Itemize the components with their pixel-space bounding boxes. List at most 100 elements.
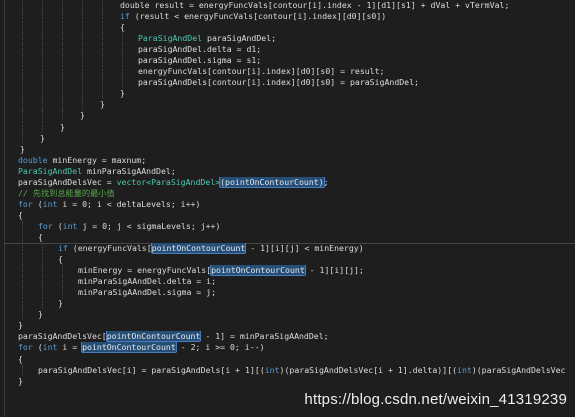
code-text: } [100, 99, 105, 110]
keyword-token: if [58, 243, 68, 254]
code-token: minParaSigAAndDel.sigma = j; [78, 287, 217, 298]
indent-guide [22, 243, 23, 255]
code-token: } [120, 88, 125, 99]
indent-guide [102, 22, 103, 34]
code-line[interactable]: } [0, 144, 575, 155]
comment-token: // 先找到总能量的最小值 [18, 187, 115, 198]
indent-guide [42, 33, 43, 45]
indent-guide [22, 231, 23, 244]
code-line[interactable]: energyFuncVals[contour[i].index][d0][s0]… [0, 66, 575, 78]
indent-guide [22, 364, 23, 376]
code-token: paraSigAndDelsVec[ [18, 331, 107, 342]
code-line[interactable]: if (energyFuncVals[pointOnContourCount -… [0, 243, 575, 255]
indent-guide [22, 22, 23, 34]
code-line[interactable]: minParaSigAAndDel.sigma = j; [0, 287, 575, 299]
code-line[interactable]: paraSigAndDelsVec[pointOnContourCount - … [0, 331, 575, 343]
indent-guide [42, 287, 43, 299]
code-text: { [58, 254, 63, 265]
code-line[interactable]: } [0, 99, 575, 111]
code-line[interactable]: { [0, 254, 575, 266]
code-text: double result = energyFuncVals[contour[i… [120, 0, 509, 11]
code-editor[interactable]: double result = energyFuncVals[contour[i… [0, 0, 575, 417]
code-token: )(paraSigAndDelsVec[i + 1].delta)][( [279, 364, 458, 375]
indent-guide [62, 99, 63, 111]
code-line[interactable]: if (result < energyFuncVals[contour[i].i… [0, 11, 575, 23]
code-text: } [80, 110, 85, 121]
code-line[interactable]: double minEnergy = maxnum; [0, 155, 575, 166]
indent-guide [22, 88, 23, 100]
code-line[interactable]: { [0, 22, 575, 34]
code-line[interactable]: paraSigAndDels[contour[i].index][d0][s0]… [0, 77, 575, 89]
indent-guide [102, 66, 103, 78]
code-token: - 1] = minParaSigAAndDel; [200, 331, 329, 342]
code-line[interactable]: // 先找到总能量的最小值 [0, 188, 575, 199]
indent-guide [22, 11, 23, 23]
code-line[interactable]: } [0, 320, 575, 331]
code-text: } [60, 122, 65, 133]
indent-guide [42, 254, 43, 266]
code-line[interactable]: { [0, 354, 575, 365]
indent-guide [22, 287, 23, 299]
code-text: paraSigAndDels[contour[i].index][d0][s0]… [138, 77, 419, 88]
code-text: paraSigAndDel.delta = d1; [138, 44, 261, 55]
code-token: paraSigAndDelsVec[i] = paraSigAndDels[i … [38, 364, 265, 375]
code-line[interactable]: ParaSigAndDel paraSigAndDel; [0, 33, 575, 45]
code-token: } [60, 121, 65, 132]
code-token: } [100, 99, 105, 110]
code-text: // 先找到总能量的最小值 [18, 188, 115, 199]
indent-guide [42, 0, 43, 12]
code-text: { [18, 354, 23, 365]
indent-guide [82, 44, 83, 56]
code-line[interactable]: paraSigAndDel.sigma = s1; [0, 55, 575, 67]
code-token: - 2; i >= 0; i--) [175, 342, 265, 353]
indent-guide [22, 265, 23, 277]
code-token: { [18, 209, 23, 220]
code-line[interactable]: { [0, 210, 575, 221]
code-text: { [18, 210, 23, 221]
code-line[interactable]: } [0, 376, 575, 387]
code-line[interactable]: { [0, 231, 575, 244]
code-text: { [38, 232, 43, 243]
code-line[interactable]: paraSigAndDel.delta = d1; [0, 44, 575, 56]
code-line[interactable]: } [0, 298, 575, 310]
code-text: } [38, 309, 43, 320]
code-line[interactable]: paraSigAndDelsVec[i] = paraSigAndDels[i … [0, 364, 575, 376]
code-line[interactable]: paraSigAndDelsVec = vector<ParaSigAndDel… [0, 176, 575, 188]
code-area[interactable]: double result = energyFuncVals[contour[i… [0, 0, 575, 387]
code-line[interactable]: } [0, 88, 575, 100]
code-token: paraSigAndDelsVec = [18, 176, 117, 187]
highlighted-symbol: pointOnContourCount [210, 265, 306, 277]
indent-guide [22, 77, 23, 89]
code-token: } [18, 375, 23, 386]
indent-guide [42, 66, 43, 78]
code-line[interactable]: double result = energyFuncVals[contour[i… [0, 0, 575, 12]
code-line[interactable]: for (int j = 0; j < sigmaLevels; j++) [0, 220, 575, 232]
indent-guide [122, 66, 123, 78]
code-line[interactable]: ParaSigAndDel minParaSigAAndDel; [0, 166, 575, 177]
indent-guide [62, 110, 63, 122]
highlighted-symbol: pointOnContourCount [105, 331, 202, 343]
code-line[interactable]: for (int i = 0; i < deltaLevels; i++) [0, 199, 575, 210]
code-text: } [20, 144, 25, 155]
indent-guide [82, 11, 83, 23]
keyword-token: int [264, 364, 280, 375]
code-line[interactable]: } [0, 121, 575, 133]
indent-guide [62, 88, 63, 100]
code-line[interactable]: } [0, 132, 575, 144]
keyword-token: for [18, 198, 33, 209]
indent-guide [82, 33, 83, 45]
indent-guide [82, 99, 83, 111]
code-text: } [40, 133, 45, 144]
indent-guide [102, 33, 103, 45]
code-line[interactable]: for (int i = pointOnContourCount - 2; i … [0, 342, 575, 354]
indent-guide [22, 254, 23, 266]
code-line[interactable]: } [0, 309, 575, 321]
code-line[interactable]: } [0, 110, 575, 122]
code-token: energyFuncVals[contour[i].index][d0][s0]… [138, 66, 385, 77]
indent-guide [42, 77, 43, 89]
code-line[interactable]: minEnergy = energyFuncVals[pointOnContou… [0, 265, 575, 277]
code-line[interactable]: minParaSigAAndDel.delta = i; [0, 276, 575, 288]
keyword-token: int [457, 364, 472, 375]
code-text: paraSigAndDel.sigma = s1; [138, 55, 261, 66]
code-token: { [18, 353, 23, 364]
